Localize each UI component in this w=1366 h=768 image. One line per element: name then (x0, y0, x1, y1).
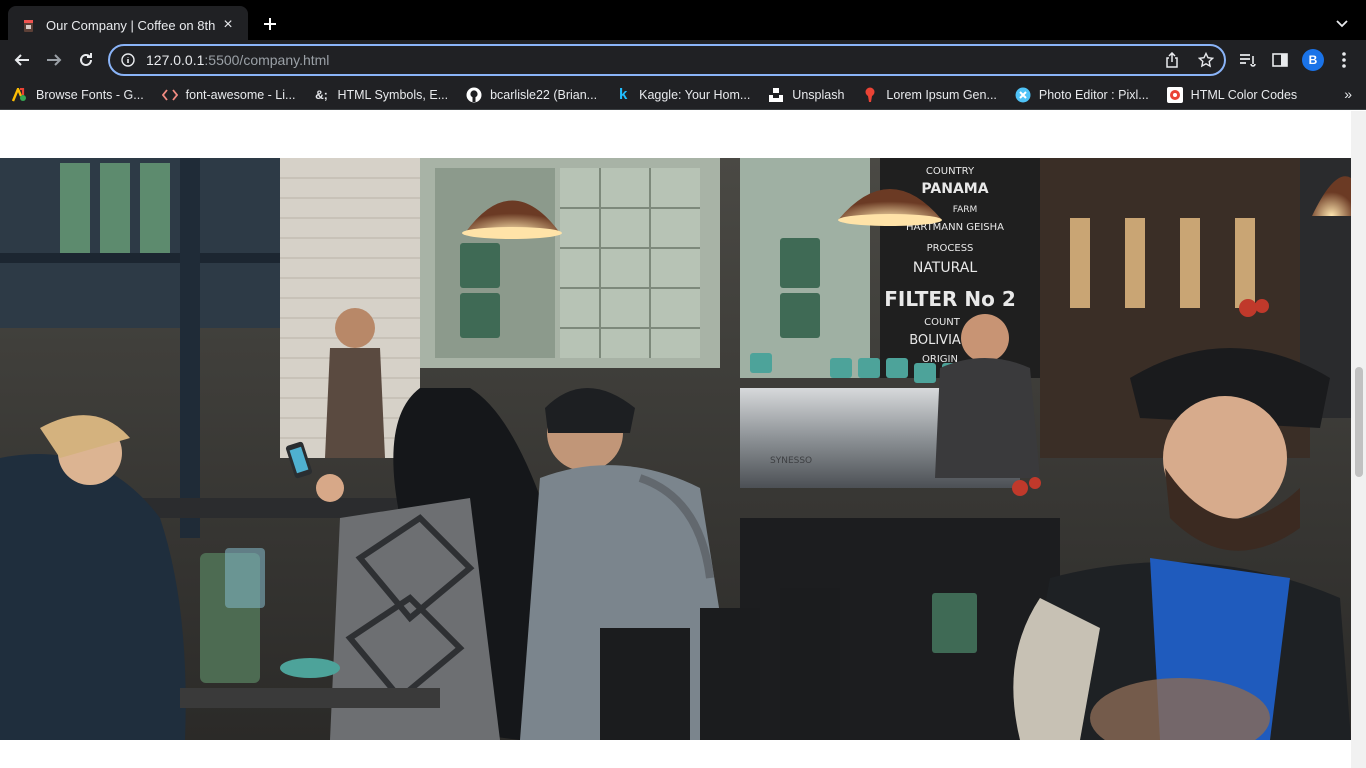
bookmark-label: bcarlisle22 (Brian... (490, 87, 598, 102)
browser-toolbar: 127.0.0.1:5500/company.html B (0, 40, 1366, 80)
tab-title: Our Company | Coffee on 8th (46, 17, 216, 33)
bookmark-unsplash[interactable]: Unsplash (768, 82, 844, 108)
tab-search-button[interactable] (1332, 14, 1352, 34)
url-text: 127.0.0.1:5500/company.html (146, 52, 329, 68)
bookmarks-bar: Browse Fonts - G... font-awesome - Li...… (0, 80, 1366, 110)
scrollbar-thumb[interactable] (1355, 367, 1363, 477)
side-panel-icon (1272, 53, 1288, 67)
unsplash-icon (768, 87, 784, 103)
bookmark-label: HTML Symbols, E... (337, 87, 449, 102)
bookmark-label: Unsplash (792, 87, 845, 102)
color-codes-icon (1166, 86, 1183, 103)
google-fonts-icon (12, 87, 28, 103)
menu-board-text: FILTER No 2 (884, 287, 1016, 311)
pixlr-icon (1015, 87, 1031, 103)
bookmark-html-symbols[interactable]: &; HTML Symbols, E... (313, 82, 448, 108)
reload-icon (80, 53, 92, 66)
page-viewport: COUNTRY PANAMA FARM HARTMANN GEISHA PROC… (0, 111, 1366, 768)
arrow-right-icon (47, 54, 62, 66)
bookmark-label: Browse Fonts - G... (36, 87, 144, 102)
bookmark-html-color-codes[interactable]: HTML Color Codes (1166, 82, 1298, 108)
side-panel-button[interactable] (1268, 48, 1292, 72)
bookmark-pixlr[interactable]: Photo Editor : Pixl... (1015, 82, 1149, 108)
menu-board-text: BOLIVIA (909, 333, 961, 348)
bookmark-label: Kaggle: Your Hom... (639, 87, 751, 102)
url-path: :5500/company.html (204, 52, 330, 68)
more-vert-icon (1342, 52, 1346, 68)
coffee-shop-photo: COUNTRY PANAMA FARM HARTMANN GEISHA PROC… (0, 158, 1351, 740)
browser-menu-button[interactable] (1332, 48, 1356, 72)
bookmark-github[interactable]: bcarlisle22 (Brian... (466, 82, 597, 108)
bookmark-star-icon[interactable] (1196, 50, 1216, 70)
bookmarks-overflow-button[interactable]: » (1344, 86, 1352, 102)
bookmark-label: Photo Editor : Pixl... (1038, 87, 1149, 102)
close-tab-icon[interactable]: × (218, 15, 238, 35)
site-info-icon[interactable] (120, 52, 136, 68)
media-queue-button[interactable] (1236, 48, 1260, 72)
reload-button[interactable] (74, 48, 98, 72)
bookmark-browse-fonts[interactable]: Browse Fonts - G... (12, 82, 144, 108)
menu-board-text: COUNTRY (926, 166, 975, 177)
back-button[interactable] (10, 48, 34, 72)
lorem-icon (862, 87, 878, 103)
bookmark-kaggle[interactable]: k Kaggle: Your Hom... (615, 82, 750, 108)
menu-board-text: PROCESS (927, 243, 974, 254)
coffee-cup-icon (22, 17, 36, 33)
ampersand-icon: &; (315, 87, 328, 102)
address-bar[interactable]: 127.0.0.1:5500/company.html (108, 44, 1226, 76)
url-host: 127.0.0.1 (146, 52, 205, 68)
menu-board-text: NATURAL (913, 260, 977, 276)
bookmark-label: Lorem Ipsum Gen... (886, 87, 997, 102)
menu-board-text: COUNT (924, 317, 961, 328)
profile-avatar[interactable]: B (1302, 49, 1324, 71)
github-icon (466, 87, 482, 103)
machine-brand: SYNESSO (770, 456, 812, 466)
page-scrollbar[interactable] (1351, 111, 1366, 768)
bookmark-label: HTML Color Codes (1190, 87, 1298, 102)
share-icon[interactable] (1162, 50, 1182, 70)
forward-button[interactable] (42, 48, 66, 72)
new-tab-button[interactable] (258, 12, 282, 36)
bookmark-font-awesome[interactable]: font-awesome - Li... (161, 82, 296, 108)
playlist-icon (1240, 54, 1256, 67)
arrow-left-icon (14, 54, 29, 66)
menu-board-text: FARM (953, 205, 978, 215)
chevron-down-icon (1336, 20, 1348, 28)
bookmark-label: font-awesome - Li... (185, 87, 296, 102)
menu-board-text: PANAMA (921, 181, 988, 197)
plus-icon (264, 18, 276, 30)
code-icon (161, 87, 178, 103)
browser-tab[interactable]: Our Company | Coffee on 8th × (8, 6, 248, 44)
kaggle-icon: k (618, 86, 628, 103)
bookmark-lorem-ipsum[interactable]: Lorem Ipsum Gen... (862, 82, 997, 108)
